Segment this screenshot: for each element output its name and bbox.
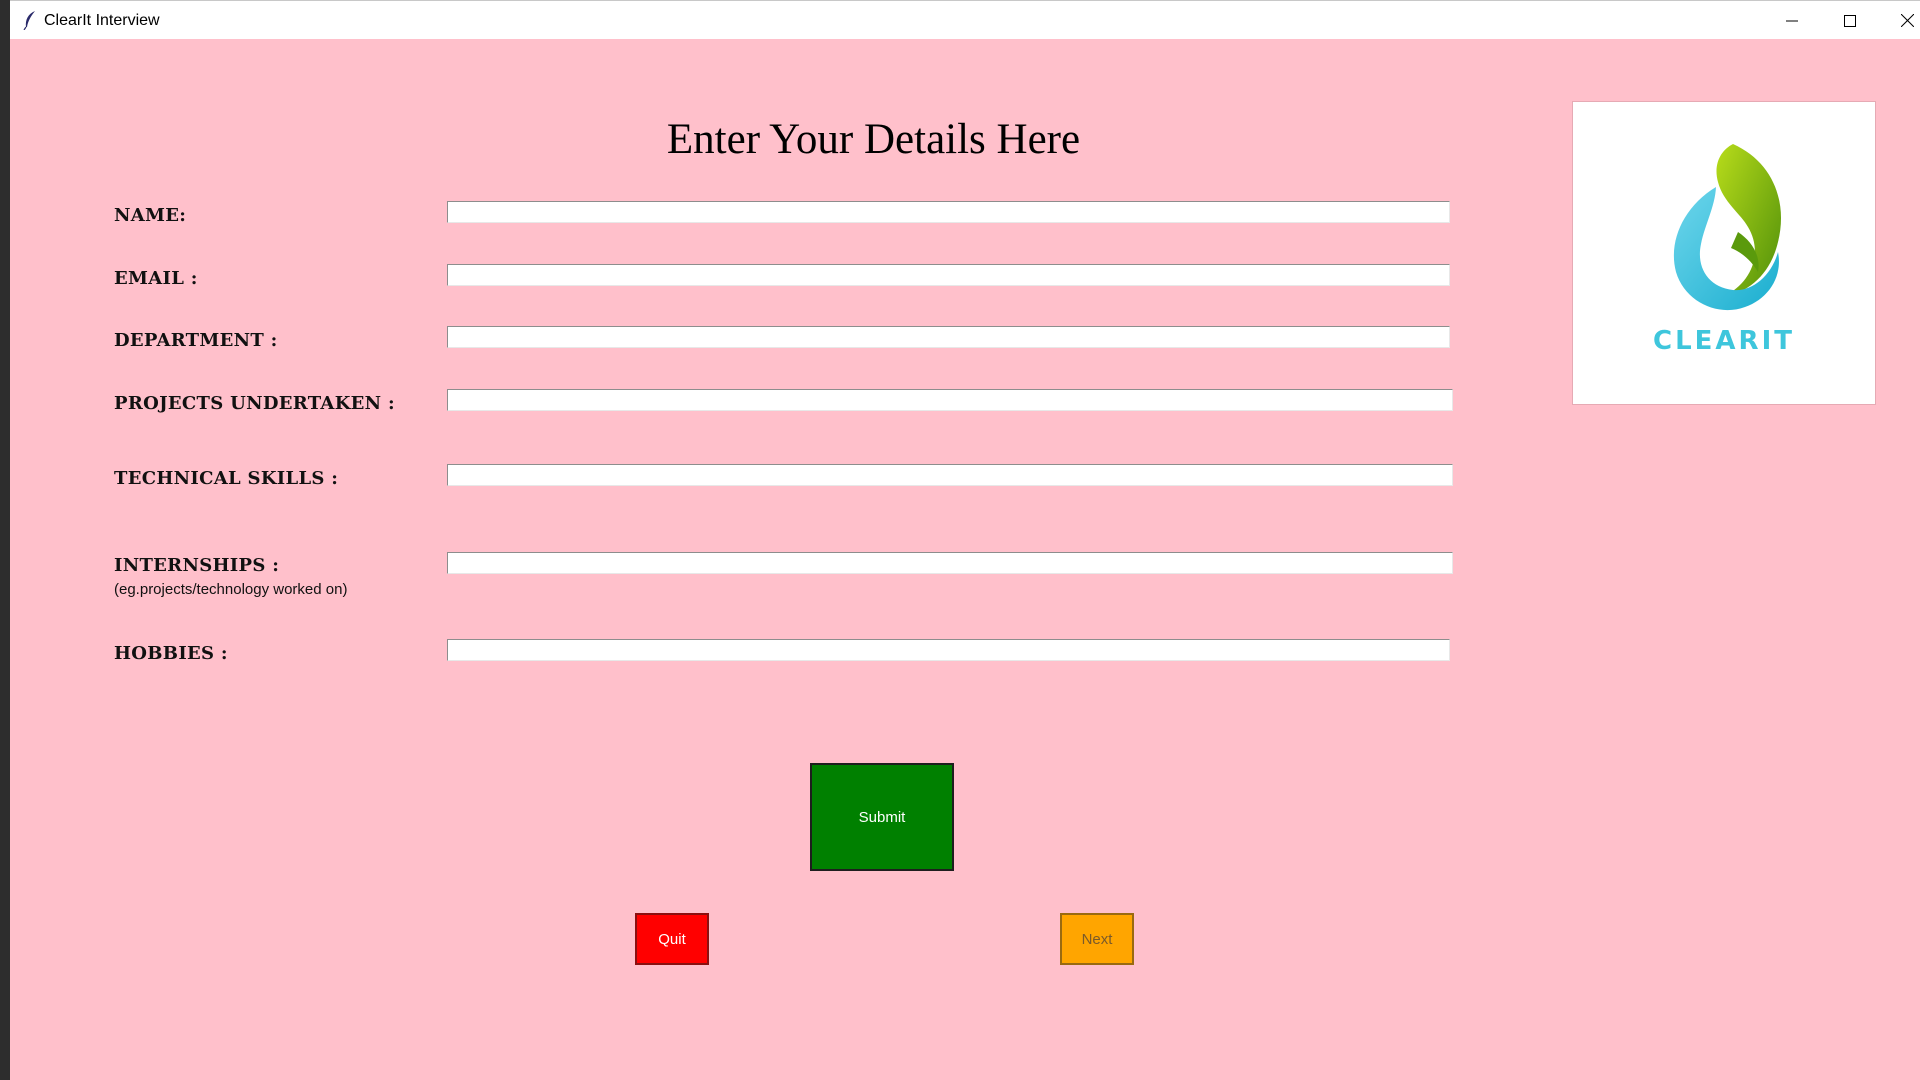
logo-wordmark: CLEARIT bbox=[1653, 326, 1795, 356]
hobbies-field[interactable] bbox=[447, 639, 1450, 661]
name-label: NAME: bbox=[114, 205, 187, 226]
department-label: DEPARTMENT : bbox=[114, 330, 278, 351]
feather-icon bbox=[23, 11, 35, 30]
leaf-drop-icon bbox=[1673, 144, 1781, 311]
internships-hint: (eg.projects/technology worked on) bbox=[114, 581, 348, 598]
form-heading: Enter Your Details Here bbox=[666, 116, 1081, 163]
title-bar: ClearIt Interview bbox=[10, 0, 1920, 39]
submit-button[interactable]: Submit bbox=[810, 763, 954, 871]
desktop-edge bbox=[0, 0, 10, 1080]
technical-skills-field[interactable] bbox=[447, 464, 1453, 486]
maximize-icon bbox=[1844, 14, 1856, 27]
close-button[interactable] bbox=[1878, 1, 1920, 40]
minimize-icon bbox=[1786, 20, 1798, 21]
window-title: ClearIt Interview bbox=[44, 12, 160, 29]
clearit-logo: CLEARIT bbox=[1572, 101, 1876, 405]
email-field[interactable] bbox=[447, 264, 1450, 286]
next-button[interactable]: Next bbox=[1060, 913, 1134, 965]
quit-button[interactable]: Quit bbox=[635, 913, 709, 965]
app-window: ClearIt Interview Enter Your Details Her… bbox=[10, 0, 1920, 1080]
name-field[interactable] bbox=[447, 201, 1450, 223]
minimize-button[interactable] bbox=[1763, 1, 1821, 40]
department-field[interactable] bbox=[447, 326, 1450, 348]
projects-field[interactable] bbox=[447, 389, 1453, 411]
maximize-button[interactable] bbox=[1821, 1, 1879, 40]
internships-field[interactable] bbox=[447, 552, 1453, 574]
hobbies-label: HOBBIES : bbox=[114, 643, 228, 664]
close-icon bbox=[1900, 14, 1914, 27]
projects-label: PROJECTS UNDERTAKEN : bbox=[114, 393, 395, 414]
email-label: EMAIL : bbox=[114, 268, 198, 289]
internships-label: INTERNSHIPS : bbox=[114, 555, 280, 576]
technical-skills-label: TECHNICAL SKILLS : bbox=[114, 468, 339, 489]
